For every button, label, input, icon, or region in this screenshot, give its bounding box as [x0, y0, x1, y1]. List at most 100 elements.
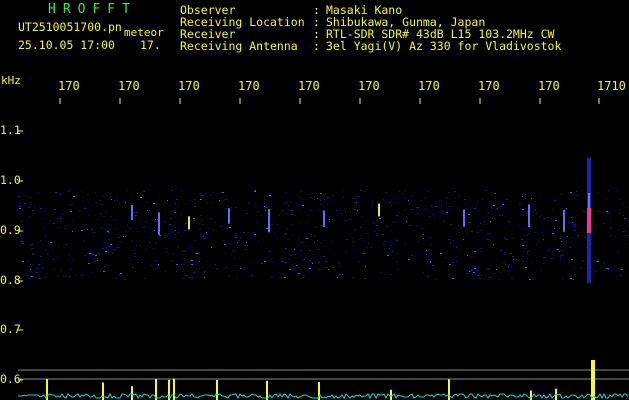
- noise-pixel: [84, 255, 86, 256]
- noise-pixel: [458, 195, 460, 196]
- power-baseline: [18, 392, 629, 400]
- spectrogram-plot[interactable]: [18, 98, 629, 400]
- noise-pixel: [70, 205, 71, 206]
- noise-pixel: [360, 227, 362, 228]
- noise-pixel: [294, 215, 296, 216]
- noise-pixel: [523, 215, 524, 216]
- noise-pixel: [562, 278, 564, 279]
- noise-pixel: [181, 264, 182, 265]
- noise-pixel: [291, 224, 292, 225]
- noise-pixel: [354, 209, 356, 210]
- noise-pixel: [368, 243, 369, 244]
- noise-pixel: [69, 190, 71, 191]
- noise-pixel: [607, 268, 609, 269]
- noise-pixel: [352, 238, 354, 239]
- noise-pixel: [21, 241, 23, 242]
- noise-pixel: [459, 232, 460, 233]
- noise-pixel: [510, 201, 511, 202]
- noise-pixel: [283, 250, 284, 251]
- noise-pixel: [477, 201, 478, 202]
- noise-pixel: [72, 260, 74, 261]
- noise-pixel: [184, 230, 186, 231]
- noise-pixel: [164, 235, 166, 236]
- noise-pixel: [297, 253, 299, 254]
- noise-pixel: [72, 204, 73, 205]
- noise-pixel: [608, 190, 609, 191]
- noise-pixel: [408, 200, 409, 201]
- noise-pixel: [304, 275, 305, 276]
- noise-pixel: [539, 216, 540, 217]
- noise-pixel: [114, 220, 116, 221]
- noise-pixel: [493, 205, 495, 206]
- noise-pixel: [141, 262, 143, 263]
- noise-pixel: [176, 264, 178, 265]
- noise-pixel: [429, 237, 431, 238]
- noise-pixel: [88, 263, 90, 264]
- noise-pixel: [151, 265, 152, 266]
- noise-pixel: [489, 279, 490, 280]
- noise-pixel: [207, 203, 208, 204]
- noise-pixel: [416, 207, 418, 208]
- signal-noise-band: [18, 190, 629, 280]
- noise-pixel: [192, 277, 193, 278]
- noise-pixel: [615, 236, 616, 237]
- noise-pixel: [234, 258, 235, 259]
- noise-pixel: [306, 238, 308, 239]
- noise-pixel: [225, 267, 227, 268]
- noise-pixel: [522, 245, 524, 246]
- noise-pixel: [245, 245, 246, 246]
- noise-pixel: [88, 201, 89, 202]
- noise-pixel: [135, 271, 136, 272]
- noise-pixel: [65, 244, 67, 245]
- noise-pixel: [571, 262, 572, 263]
- noise-pixel: [136, 212, 138, 213]
- noise-pixel: [487, 210, 488, 211]
- noise-pixel: [225, 252, 226, 253]
- noise-pixel: [42, 227, 43, 228]
- power-spike: [591, 360, 595, 400]
- noise-pixel: [453, 246, 454, 247]
- noise-pixel: [363, 232, 364, 233]
- noise-pixel: [320, 242, 322, 243]
- noise-pixel: [103, 271, 105, 272]
- noise-pixel: [382, 234, 384, 235]
- noise-pixel: [453, 240, 454, 241]
- noise-pixel: [490, 265, 491, 266]
- noise-pixel: [205, 193, 206, 194]
- noise-pixel: [406, 221, 407, 222]
- noise-pixel: [305, 246, 306, 247]
- signal-streak: [131, 204, 133, 220]
- noise-pixel: [561, 241, 562, 242]
- noise-pixel: [298, 245, 299, 246]
- reference-lines: [18, 369, 629, 380]
- noise-pixel: [572, 224, 574, 225]
- noise-pixel: [567, 236, 568, 237]
- noise-pixel: [325, 261, 327, 262]
- noise-pixel: [487, 249, 488, 250]
- noise-pixel: [210, 235, 211, 236]
- noise-pixel: [52, 249, 53, 250]
- noise-pixel: [371, 247, 372, 248]
- noise-pixel: [597, 211, 599, 212]
- noise-pixel: [508, 266, 509, 267]
- noise-pixel: [484, 224, 485, 225]
- noise-pixel: [535, 201, 536, 202]
- spectrogram-canvas: [18, 98, 629, 400]
- noise-pixel: [236, 235, 238, 236]
- noise-pixel: [87, 229, 88, 230]
- noise-pixel: [27, 261, 28, 262]
- noise-pixel: [346, 245, 347, 246]
- time-tick-label: 170: [118, 79, 140, 93]
- noise-pixel: [286, 213, 287, 214]
- noise-pixel: [69, 204, 70, 205]
- noise-pixel: [505, 264, 506, 265]
- noise-pixel: [139, 217, 140, 218]
- noise-pixel: [155, 219, 156, 220]
- noise-pixel: [447, 208, 449, 209]
- signal-streak: [563, 209, 565, 232]
- noise-pixel: [456, 261, 457, 262]
- noise-pixel: [254, 234, 256, 235]
- noise-pixel: [307, 215, 308, 216]
- noise-pixel: [564, 244, 566, 245]
- noise-pixel: [95, 255, 97, 256]
